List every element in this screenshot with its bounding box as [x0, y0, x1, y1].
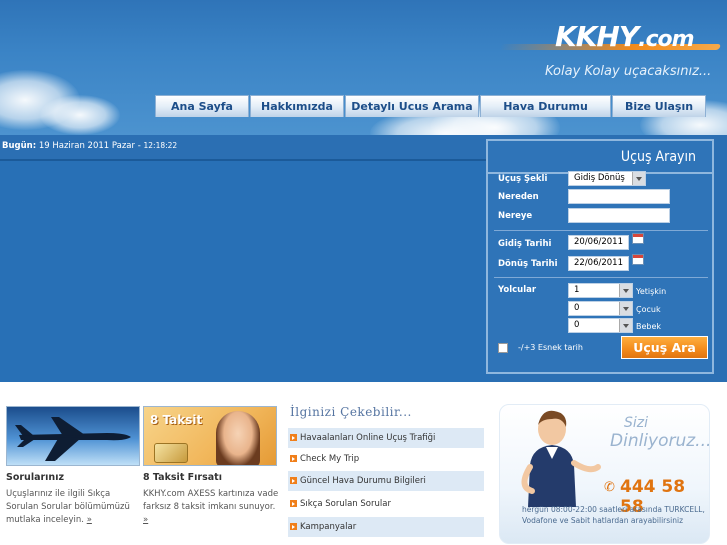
search-flights-button[interactable]: Uçuş Ara [621, 336, 708, 359]
return-date-label: Dönüş Tarihi [498, 259, 558, 269]
nav-about[interactable]: Hakkımızda [250, 95, 344, 117]
passengers-label: Yolcular [498, 285, 537, 295]
calendar-icon[interactable] [632, 233, 644, 244]
phone-icon: ✆ [604, 480, 615, 495]
interest-section-title: İlginizi Çekebilir... [290, 405, 412, 419]
flexible-date-checkbox[interactable] [498, 343, 508, 353]
interest-link-campaigns[interactable]: Kampanyalar [288, 517, 484, 537]
airplane-icon [15, 417, 131, 461]
chevron-down-icon [632, 172, 645, 185]
interest-link-check-my-trip[interactable]: Check My Trip [288, 449, 484, 469]
hero-panel [0, 159, 490, 382]
interest-link-faq[interactable]: Sıkça Sorulan Sorular [288, 494, 484, 514]
promo-text-installment: KKHY.com AXESS kartınıza vade farksız 8 … [143, 489, 279, 525]
nav-weather[interactable]: Hava Durumu [480, 95, 611, 117]
trip-type-value: Gidiş Dönüş [574, 173, 625, 183]
interest-link-flight-traffic[interactable]: Havaalanları Online Uçuş Trafiği [288, 428, 484, 448]
promo-text-faq: Uçuşlarınız ile ilgili Sıkça Sorulan Sor… [6, 489, 130, 525]
callcenter-banner[interactable]: Sizi Dinliyoruz... ✆ 444 58 58 hergün 08… [499, 404, 710, 544]
depart-date-label: Gidiş Tarihi [498, 239, 552, 249]
children-label: Çocuk [636, 305, 661, 314]
nav-contact[interactable]: Bize Ulaşın [612, 95, 706, 117]
installment-badge: 8 Taksit [150, 413, 203, 427]
callcenter-heading-2: Dinliyoruz... [610, 431, 710, 451]
search-title: Uçuş Arayın [620, 149, 696, 165]
flexible-date-label: -/+3 Esnek tarih [518, 343, 583, 352]
depart-date-field[interactable]: 20/06/2011 [568, 235, 629, 250]
to-input[interactable] [568, 208, 670, 223]
card-icon [154, 443, 188, 463]
calendar-icon[interactable] [632, 254, 644, 265]
infants-label: Bebek [636, 322, 662, 331]
callcenter-info: hergün 08:00-22:00 saatleri arasında TUR… [522, 505, 705, 525]
installment-promo-image[interactable]: 8 Taksit [143, 406, 277, 466]
nav-detailed-search[interactable]: Detaylı Ucus Arama [345, 95, 479, 117]
arrow-bullet-icon [290, 500, 297, 507]
current-date: Bugün: 19 Haziran 2011 Pazar - 12:18:22 [2, 141, 178, 151]
children-select[interactable]: 0 [568, 301, 633, 316]
infants-value: 0 [574, 320, 580, 330]
callcenter-heading-1: Sizi [624, 415, 649, 431]
interest-link-weather[interactable]: Güncel Hava Durumu Bilgileri [288, 471, 484, 491]
to-label: Nereye [498, 211, 533, 221]
infants-select[interactable]: 0 [568, 318, 633, 333]
main-nav: Ana Sayfa Hakkımızda Detaylı Ucus Arama … [155, 95, 707, 117]
site-logo[interactable]: KKHY.com [555, 20, 695, 53]
trip-type-select[interactable]: Gidiş Dönüş [568, 171, 646, 186]
chevron-down-icon [619, 284, 632, 297]
read-more-link[interactable]: » [143, 515, 148, 525]
adults-label: Yetişkin [636, 287, 667, 296]
read-more-link[interactable]: » [87, 515, 92, 525]
chevron-down-icon [619, 319, 632, 332]
adults-value: 1 [574, 285, 580, 295]
divider [494, 277, 708, 278]
promo-title-faq: Sorularınız [6, 472, 64, 483]
nav-home[interactable]: Ana Sayfa [155, 95, 249, 117]
flight-search-form: Uçuş Arayın Uçuş Şekli Gidiş Dönüş Nered… [486, 139, 714, 374]
plane-promo-image[interactable] [6, 406, 140, 466]
children-value: 0 [574, 303, 580, 313]
site-slogan: Kolay Kolay uçacaksınız... [545, 64, 712, 79]
arrow-bullet-icon [290, 434, 297, 441]
header-cloud [40, 95, 120, 135]
site-header: KKHY.com Kolay Kolay uçacaksınız... Ana … [0, 0, 727, 135]
woman-portrait-icon [216, 411, 260, 465]
from-label: Nereden [498, 192, 539, 202]
divider [494, 230, 708, 231]
trip-type-label: Uçuş Şekli [498, 174, 548, 184]
arrow-bullet-icon [290, 523, 297, 530]
arrow-bullet-icon [290, 455, 297, 462]
from-input[interactable] [568, 189, 670, 204]
arrow-bullet-icon [290, 477, 297, 484]
adults-select[interactable]: 1 [568, 283, 633, 298]
promo-title-installment: 8 Taksit Fırsatı [143, 472, 222, 483]
chevron-down-icon [619, 302, 632, 315]
return-date-field[interactable]: 22/06/2011 [568, 256, 629, 271]
